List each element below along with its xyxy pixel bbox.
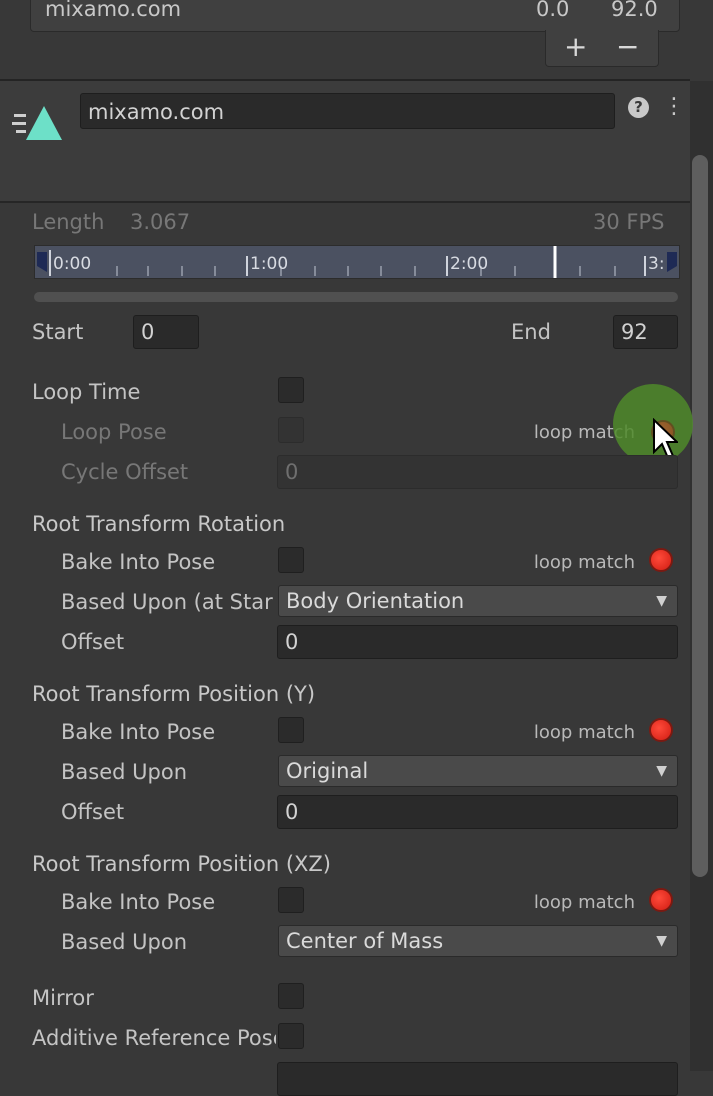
clip-name-field[interactable]: mixamo.com [80,93,615,129]
tick-label-2: 2:00 [450,254,489,274]
fps-label: 30 FPS [593,210,665,234]
mirror-label: Mirror [32,986,94,1010]
root-position-xz-based-upon-label: Based Upon [61,930,187,954]
root-position-y-bake-checkbox[interactable] [278,717,304,743]
tick-label-1: 1:00 [250,254,289,274]
pose-frame-field[interactable] [277,1062,678,1096]
tick-label-0: 0:00 [53,254,92,274]
add-button[interactable]: + [564,30,587,63]
cycle-offset-field[interactable]: 0 [277,455,678,489]
end-label: End [511,320,551,344]
root-position-y-based-upon-dropdown[interactable]: Original ▼ [278,755,678,787]
timeline-ticks [37,246,677,278]
timeline-bar[interactable]: 0:00 1:00 2:00 3: [34,245,680,279]
help-icon[interactable]: ? [628,97,649,118]
root-position-y-based-upon-label: Based Upon [61,760,187,784]
timeline-scroll[interactable] [34,292,678,302]
menu-icon[interactable]: ⋮ [663,94,685,119]
root-rotation-title: Root Transform Rotation [32,512,286,536]
root-position-y-title: Root Transform Position (Y) [32,682,316,706]
chevron-down-icon: ▼ [656,933,667,949]
root-position-y-offset-label: Offset [61,800,125,824]
root-position-xz-based-upon-value: Center of Mass [286,929,444,953]
root-rotation-based-upon-value: Body Orientation [286,589,465,613]
root-rotation-bake-checkbox[interactable] [278,547,304,573]
root-rotation-bake-label: Bake Into Pose [61,550,216,574]
clip-list-item-start: 0.0 [536,0,570,21]
loop-pose-checkbox[interactable] [278,417,304,443]
root-position-y-offset-field[interactable]: 0 [277,795,678,829]
loop-time-checkbox[interactable] [278,377,304,403]
clip-list: mixamo.com 0.0 92.0 [30,0,680,32]
end-field[interactable]: 92 [613,315,678,349]
cycle-offset-label: Cycle Offset [61,460,189,484]
root-position-xz-based-upon-dropdown[interactable]: Center of Mass ▼ [278,925,678,957]
root-rotation-offset-label: Offset [61,630,125,654]
divider [0,201,690,203]
start-label: Start [32,320,84,344]
length-label: Length [32,210,105,234]
additive-reference-pose-label: Additive Reference Pose [32,1026,276,1050]
loop-pose-label: Loop Pose [61,420,167,444]
root-position-xz-title: Root Transform Position (XZ) [32,852,331,876]
root-position-y-based-upon-value: Original [286,759,369,783]
mirror-checkbox[interactable] [278,983,304,1009]
animation-clip-icon [12,106,62,140]
root-rotation-loop-match-label: loop match [533,552,635,573]
remove-button[interactable]: − [616,30,639,63]
root-position-xz-bake-checkbox[interactable] [278,887,304,913]
clip-list-item-end: 92.0 [611,0,658,21]
list-controls: + − [545,30,659,67]
root-rotation-based-upon-label: Based Upon (at Start) [61,590,273,614]
root-rotation-based-upon-dropdown[interactable]: Body Orientation ▼ [278,585,678,617]
root-rotation-offset-field[interactable]: 0 [277,625,678,659]
scrollbar-thumb[interactable] [692,155,708,877]
start-field[interactable]: 0 [133,315,199,349]
chevron-down-icon: ▼ [656,593,667,609]
chevron-down-icon: ▼ [656,763,667,779]
root-rotation-loop-indicator [649,548,673,572]
length-value: 3.067 [130,210,191,234]
clip-list-item-name[interactable]: mixamo.com [45,0,181,21]
loop-time-label: Loop Time [32,380,141,404]
root-position-y-bake-label: Bake Into Pose [61,720,216,744]
root-position-y-loop-match-label: loop match [533,722,635,743]
root-position-xz-bake-label: Bake Into Pose [61,890,216,914]
root-position-xz-loop-match-label: loop match [533,892,635,913]
additive-reference-pose-checkbox[interactable] [278,1023,304,1049]
root-position-xz-loop-indicator [649,888,673,912]
root-position-y-loop-indicator [649,718,673,742]
tick-label-3: 3: [648,254,665,274]
